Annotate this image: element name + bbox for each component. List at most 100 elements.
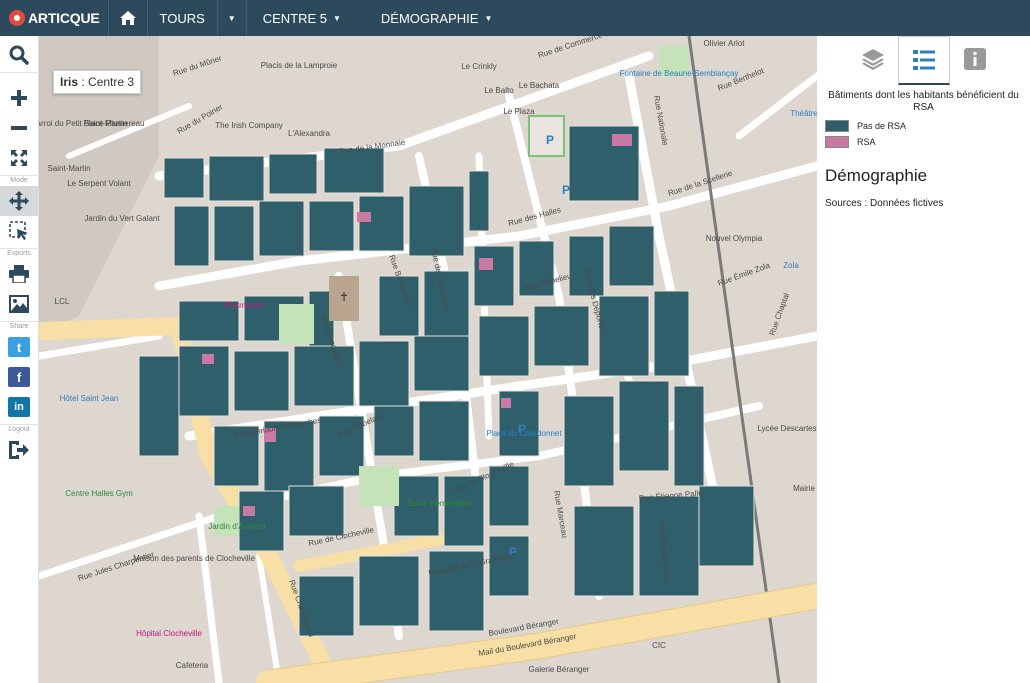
brand-name: ARTICQUE [28,10,100,26]
svg-text:The Irish Company: The Irish Company [215,121,283,130]
iris-tooltip: Iris : Centre 3 [53,70,142,94]
tab-legend[interactable] [897,36,950,85]
left-toolbar: Mode Exports Share t f in Logout [0,36,39,683]
svg-text:Hôpital Clocheville: Hôpital Clocheville [136,629,202,638]
pan-icon [9,191,29,211]
svg-text:Pharmacie: Pharmacie [225,301,264,310]
search-button[interactable] [0,40,38,70]
home-button[interactable] [107,0,147,36]
svg-text:Placis de la Lamproie: Placis de la Lamproie [261,61,338,70]
logo-mark-icon [9,10,25,26]
image-icon [9,295,29,313]
tab-info[interactable] [950,36,1000,82]
nav-tours-label: TOURS [159,10,205,26]
svg-text:LCL: LCL [55,297,70,306]
sources-text: Sources : Données fictives [825,198,944,209]
svg-text:Le Balto: Le Balto [484,86,514,95]
iris-value: : Centre 3 [81,75,135,89]
twitter-share-button[interactable]: t [0,332,38,362]
zoom-in-button[interactable] [0,83,38,113]
articque-logo[interactable]: ARTICQUE [0,0,108,36]
linkedin-share-button[interactable]: in [0,392,38,422]
right-panel: Bâtiments dont les habitants bénéficient… [817,36,1030,683]
legend-item-no-rsa: Pas de RSA [825,120,1030,132]
svg-text:L'Alexandra: L'Alexandra [288,129,331,138]
top-navigation-bar: ARTICQUE TOURS ▼ CENTRE 5 ▼ DÉMOGRAPHIE … [0,0,1030,36]
svg-text:Le Plaza: Le Plaza [503,107,535,116]
twitter-icon: t [8,337,30,357]
info-icon [963,48,986,70]
linkedin-icon: in [8,397,30,417]
chevron-down-icon: ▼ [227,13,236,23]
svg-text:Centre Halles Gym: Centre Halles Gym [65,489,133,498]
logout-icon [9,441,29,459]
svg-text:Le Crinkly: Le Crinkly [461,62,497,71]
mode-section-label: Mode [0,175,38,186]
svg-text:Lycée Descartes: Lycée Descartes [757,424,816,433]
exports-section-label: Exports [0,248,38,259]
pan-mode-button[interactable] [0,186,38,216]
nav-theme-label: DÉMOGRAPHIE [380,10,479,26]
nav-tours-dropdown[interactable]: ▼ [216,0,246,36]
svg-text:Le Serpent Volant: Le Serpent Volant [67,179,131,188]
legend-label-rsa: RSA [857,137,876,147]
fullscreen-button[interactable] [0,143,38,173]
svg-text:Jardin du Vert Galant: Jardin du Vert Galant [84,214,160,223]
zoom-section-divider [0,72,38,83]
svg-text:Jardin d'Aumont: Jardin d'Aumont [208,522,266,531]
map-svg: ✝ P P P P Rue du Mûrier Rue du Poirier R… [39,36,817,683]
legend-swatch-no-rsa [825,120,849,132]
zoom-out-icon [11,126,27,130]
search-icon [9,45,29,65]
svg-text:Olivier Arlot: Olivier Arlot [704,39,746,48]
zoom-in-icon [11,90,27,106]
zoom-out-button[interactable] [0,113,38,143]
svg-text:Zola: Zola [783,261,799,270]
fullscreen-icon [11,150,27,166]
export-image-button[interactable] [0,289,38,319]
nav-centre[interactable]: CENTRE 5 ▼ [245,0,357,36]
svg-text:P: P [546,133,554,147]
legend-title: Bâtiments dont les habitants bénéficient… [828,90,1019,113]
nav-theme[interactable]: DÉMOGRAPHIE ▼ [357,0,516,36]
nav-centre-label: CENTRE 5 [262,10,327,26]
svg-text:Théâtre: Théâtre [790,109,817,118]
svg-text:Saint-Martin: Saint-Martin [47,164,90,173]
chevron-down-icon: ▼ [484,13,493,23]
print-button[interactable] [0,259,38,289]
share-section-label: Share [0,321,38,332]
svg-text:Hôtel Saint Jean: Hôtel Saint Jean [60,394,119,403]
svg-text:P: P [562,183,570,197]
church-cross-icon: ✝ [339,290,349,304]
svg-text:Galerie Béranger: Galerie Béranger [529,665,590,674]
svg-text:École élémentaire: École élémentaire [407,499,472,508]
legend-label-no-rsa: Pas de RSA [857,121,907,131]
svg-text:Maison des parents de Clochevi: Maison des parents de Clocheville [133,554,255,563]
logout-button[interactable] [0,435,38,465]
legend-swatch-rsa [825,136,849,148]
layers-icon [861,49,884,70]
select-mode-button[interactable] [0,216,38,246]
panel-tabs [817,36,1030,85]
nav-tours[interactable]: TOURS [146,0,217,36]
print-icon [9,265,29,283]
iris-label: Iris [60,75,79,89]
logout-section-label: Logout [0,424,38,435]
map-canvas[interactable]: ✝ P P P P Rue du Mûrier Rue du Poirier R… [39,36,817,683]
svg-text:Carroi du Petit Saint-Martin: Carroi du Petit Saint-Martin [39,119,127,128]
facebook-share-button[interactable]: f [0,362,38,392]
svg-text:Cafeteria: Cafeteria [176,661,209,670]
facebook-icon: f [8,367,30,387]
svg-text:Fontaine de Beaune-Semblançay: Fontaine de Beaune-Semblançay [620,69,739,78]
legend-item-rsa: RSA [825,136,1030,148]
svg-text:Nouvel Olympia: Nouvel Olympia [706,234,763,243]
select-icon [9,221,28,240]
svg-text:Mairie: Mairie [793,484,815,493]
tab-layers[interactable] [848,36,898,82]
chevron-down-icon: ▼ [333,13,341,23]
panel-heading: Démographie [825,166,928,185]
svg-text:Place du Chardonnet: Place du Chardonnet [486,429,562,438]
svg-text:CIC: CIC [652,641,666,650]
legend-icon [912,50,935,70]
svg-text:Le Bachata: Le Bachata [519,81,560,90]
